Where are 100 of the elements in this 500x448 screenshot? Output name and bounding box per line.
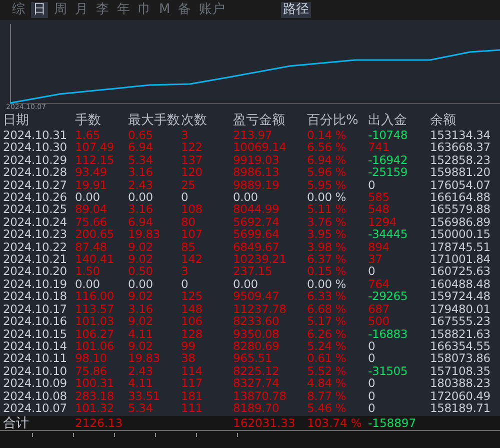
table-cell-text: 6.56 %: [306, 141, 347, 154]
table-cell-text: 500: [367, 315, 390, 328]
table-cell-text: 8044.99: [232, 203, 280, 216]
table-cell-text: 548: [367, 203, 390, 216]
period-tab[interactable]: M: [157, 2, 172, 18]
table-cell-text: 2024.10.16: [2, 315, 68, 328]
table-cell-text: 5.34: [127, 402, 154, 414]
table-cell-text: 2024.10.20: [2, 265, 68, 278]
table-cell-text: 160725.63: [429, 265, 492, 278]
table-cell-text: 8189.70: [232, 402, 280, 414]
column-header: 余额: [429, 113, 457, 129]
period-tab[interactable]: 李: [94, 2, 111, 18]
table-cell-text: 166164.88: [429, 191, 492, 204]
period-tab[interactable]: 周: [52, 2, 69, 18]
table-cell-text: 9.02: [127, 315, 154, 328]
table-cell-text: 合计: [2, 414, 30, 433]
table-cell-text: 156986.89: [429, 216, 492, 228]
table-cell-text: -31505: [367, 364, 409, 378]
period-tab[interactable]: 巾: [136, 2, 153, 18]
table-cell-text: 6.68 %: [306, 302, 347, 316]
table-cell-text: 2.43: [127, 178, 154, 192]
table-cell-text: 122: [180, 141, 204, 154]
table-cell-text: 10069.14: [232, 141, 288, 154]
table-cell-text: 8233.60: [232, 315, 280, 328]
table-cell-text: 9.02: [127, 340, 154, 352]
period-tab[interactable]: 账户: [197, 2, 228, 18]
period-tab[interactable]: 路径: [281, 2, 312, 18]
table-cell-text: 0: [367, 265, 376, 278]
table-cell-text: 158189.71: [429, 402, 492, 414]
table-cell-text: 150000.15: [429, 228, 492, 241]
table-cell-text: 112.15: [74, 154, 116, 166]
column-header: 出入金: [367, 113, 408, 129]
table-cell-text: 3.95 %: [306, 228, 347, 241]
table-cell-text: 158073.86: [429, 352, 492, 365]
period-tab[interactable]: 月: [73, 2, 90, 18]
table-cell-text: 0.00: [127, 191, 154, 204]
table-cell-text: 19.91: [74, 178, 108, 192]
period-tab[interactable]: 备: [176, 2, 194, 18]
table-cell-text: 585: [367, 191, 390, 204]
table-cell-text: 9.02: [127, 240, 154, 254]
table-cell-text: 0: [367, 402, 376, 414]
period-tab[interactable]: 年: [115, 2, 132, 18]
table-cell-text: 160488.48: [429, 278, 492, 290]
table-cell-text: -10748: [367, 129, 409, 142]
table-cell-text: 0.00: [232, 191, 259, 204]
table-cell-text: 0.00 %: [306, 191, 347, 204]
table-cell-text: 3.16: [127, 203, 154, 216]
table-cell-text: 3.16: [127, 302, 154, 316]
table-cell-text: 1294: [367, 216, 398, 228]
table-cell-text: 2024.10.31: [2, 129, 68, 142]
table-cell-text: 2024.10.27: [2, 178, 68, 192]
table-cell-text: 5.24 %: [306, 340, 347, 352]
table-cell-text: 2024.10.08: [2, 390, 68, 402]
table-cell-text: -25159: [367, 166, 409, 179]
table-cell-text: 1.50: [74, 265, 101, 278]
table-cell-text: 171001.84: [429, 253, 492, 266]
table-cell-text: 0.14 %: [306, 129, 347, 142]
table-cell-text: 213.97: [232, 129, 274, 142]
table-cell-text: 75.66: [74, 216, 108, 228]
table-cell-text: 98.10: [74, 352, 108, 365]
table-cell-text: 6.37 %: [306, 253, 347, 266]
table-cell-text: 113.57: [74, 302, 116, 316]
table-cell-text: 157108.35: [429, 364, 492, 378]
table-cell-text: 2024.10.24: [2, 216, 68, 228]
table-cell-text: 2024.10.28: [2, 166, 68, 179]
table-cell-text: 101.32: [74, 402, 116, 414]
period-tab[interactable]: 日: [31, 2, 48, 18]
table-cell-text: 13870.78: [232, 390, 288, 402]
table-cell-text: 965.51: [232, 352, 274, 365]
table-cell-text: 0: [367, 352, 376, 365]
table-cell-text: 137: [180, 154, 204, 166]
column-header: 日期: [2, 113, 30, 129]
table-cell-text: 158821.63: [429, 328, 492, 340]
table-cell-text: 0: [367, 390, 376, 402]
table-cell-text: 179480.01: [429, 302, 492, 316]
table-cell-text: 2024.10.10: [2, 364, 68, 378]
table-cell-text: 0.00: [74, 278, 101, 290]
table-cell-text: 0: [367, 377, 376, 390]
column-header: 百分比%: [306, 113, 360, 129]
table-cell-text: 5.96 %: [306, 166, 347, 179]
table-cell-text: 116.00: [74, 290, 116, 303]
table-cell-text: 128: [180, 328, 204, 340]
table-cell-text: 178745.51: [429, 240, 492, 254]
table-cell-text: 6.94 %: [306, 154, 347, 166]
table-cell-text: 2024.10.26: [2, 191, 68, 204]
table-cell-text: 120: [180, 166, 204, 179]
table-cell-text: 2024.10.17: [2, 302, 68, 316]
table-cell-text: 181: [180, 390, 204, 402]
table-cell-text: 37: [367, 253, 384, 266]
table-cell-text: 165579.88: [429, 203, 492, 216]
table-cell-text: 6.94: [127, 216, 154, 228]
table-cell-text: 8.77 %: [306, 390, 347, 402]
table-cell-text: 2024.10.07: [2, 402, 68, 414]
table-cell-text: 8280.69: [232, 340, 280, 352]
table-cell-text: 283.18: [74, 390, 116, 402]
table-cell-text: 2024.10.30: [2, 141, 68, 154]
table-cell-text: 237.15: [232, 265, 274, 278]
table-cell-text: 764: [367, 278, 390, 290]
period-tab[interactable]: 综: [10, 2, 27, 18]
table-cell-text: 108: [180, 203, 204, 216]
